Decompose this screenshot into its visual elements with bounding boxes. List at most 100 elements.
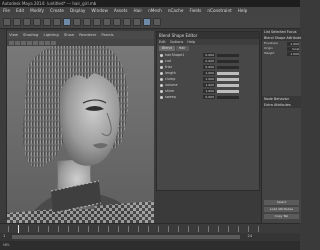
menu-modify[interactable]: Modify	[30, 7, 44, 15]
weight-value-input[interactable]: 0.000	[203, 59, 215, 63]
hair-tool-icon[interactable]	[63, 17, 71, 26]
channel-box-icon[interactable]	[153, 17, 161, 26]
scale-tool-icon[interactable]	[53, 17, 61, 26]
menu-assets[interactable]: Assets	[114, 7, 128, 15]
grid-icon[interactable]	[15, 40, 20, 45]
isolate-icon[interactable]	[51, 40, 56, 45]
weight-value-input[interactable]: 0.000	[203, 95, 215, 99]
visibility-eye-icon[interactable]	[160, 53, 163, 57]
field-label: Weight	[264, 51, 275, 55]
section-extra-attributes[interactable]: Extra Attributes	[262, 102, 301, 108]
weight-slider[interactable]	[217, 59, 239, 63]
weight-input[interactable]: 1.000	[287, 51, 299, 56]
camera-icon[interactable]	[9, 40, 14, 45]
visibility-eye-icon[interactable]	[160, 89, 163, 93]
target-row[interactable]: sweep 0.000	[157, 94, 259, 100]
history-icon[interactable]	[133, 17, 141, 26]
load-attributes-button[interactable]: Load Attributes	[264, 207, 299, 212]
attribute-editor-icon[interactable]	[143, 17, 151, 26]
attr-tab-selected[interactable]: Selected	[271, 30, 286, 34]
command-language[interactable]: MEL	[3, 243, 10, 247]
render-icon[interactable]	[73, 17, 81, 26]
attr-tab-list[interactable]: List	[264, 30, 270, 34]
menu-nconstraint[interactable]: nConstraint	[207, 7, 231, 15]
vp-menu-lighting[interactable]: Lighting	[43, 31, 58, 39]
render-view	[7, 31, 154, 223]
range-bar[interactable]	[12, 235, 240, 239]
ipr-render-icon[interactable]	[83, 17, 91, 26]
render-settings-icon[interactable]	[93, 17, 101, 26]
lasso-tool-icon[interactable]	[13, 17, 21, 26]
weight-slider[interactable]	[217, 53, 239, 57]
range-start[interactable]: 1	[3, 234, 5, 238]
move-tool-icon[interactable]	[33, 17, 41, 26]
3d-viewport[interactable]: View Shading Lighting Show Renderer Pane…	[7, 31, 154, 223]
weight-slider[interactable]	[217, 65, 239, 69]
range-slider: 1 24	[0, 233, 300, 241]
range-end[interactable]: 24	[248, 234, 252, 238]
tab-blend[interactable]: Blend	[159, 46, 175, 51]
target-name: volume	[165, 83, 178, 87]
visibility-eye-icon[interactable]	[160, 65, 163, 69]
select-button[interactable]: Select	[264, 200, 299, 205]
weight-value-input[interactable]: 1.000	[203, 83, 215, 87]
weight-value-input[interactable]: 0.000	[203, 65, 215, 69]
select-tool-icon[interactable]	[3, 17, 11, 26]
textured-icon[interactable]	[33, 40, 38, 45]
menu-nmesh[interactable]: nMesh	[148, 7, 162, 15]
weight-slider[interactable]	[217, 83, 239, 87]
target-name: clump	[165, 77, 176, 81]
visibility-eye-icon[interactable]	[160, 59, 163, 63]
tool-shelf	[0, 15, 300, 29]
weight-value-input[interactable]: 0.000	[203, 53, 215, 57]
visibility-eye-icon[interactable]	[160, 95, 163, 99]
panel-title: Blend Shape Editor	[157, 32, 259, 39]
main-menu-bar: File Edit Modify Create Display Window A…	[0, 7, 300, 15]
menu-edit[interactable]: Edit	[16, 7, 24, 15]
tab-hair[interactable]: Hair	[175, 46, 189, 51]
visibility-eye-icon[interactable]	[160, 83, 163, 87]
attr-tab-focus[interactable]: Focus	[287, 30, 297, 34]
menu-ncache[interactable]: nCache	[168, 7, 184, 15]
lights-icon[interactable]	[39, 40, 44, 45]
toolbox	[0, 29, 7, 219]
menu-window[interactable]: Window	[91, 7, 108, 15]
envelope-input[interactable]: 1.000	[287, 41, 299, 46]
smooth-shade-icon[interactable]	[27, 40, 32, 45]
weight-slider[interactable]	[217, 71, 239, 75]
paint-select-icon[interactable]	[23, 17, 31, 26]
weight-value-input[interactable]: 1.000	[203, 71, 215, 75]
weight-slider[interactable]	[217, 95, 239, 99]
snap-curve-icon[interactable]	[113, 17, 121, 26]
vp-menu-shading[interactable]: Shading	[23, 31, 38, 39]
snap-point-icon[interactable]	[123, 17, 131, 26]
menu-hair[interactable]: Hair	[134, 7, 143, 15]
menu-help[interactable]: Help	[238, 7, 248, 15]
menu-create[interactable]: Create	[50, 7, 64, 15]
panel-menu-edit[interactable]: Edit	[159, 39, 166, 45]
weight-slider[interactable]	[217, 89, 239, 93]
visibility-eye-icon[interactable]	[160, 77, 163, 81]
panel-menu-help[interactable]: Help	[187, 39, 195, 45]
weight-value-input[interactable]: 1.000	[203, 89, 215, 93]
copy-tab-button[interactable]: Copy Tab	[264, 214, 299, 219]
vp-menu-renderer[interactable]: Renderer	[79, 31, 96, 39]
weight-slider[interactable]	[217, 77, 239, 81]
current-time-marker[interactable]	[18, 225, 20, 233]
vp-menu-show[interactable]: Show	[64, 31, 74, 39]
panel-menu-options[interactable]: Options	[170, 39, 184, 45]
weight-value-input[interactable]: 1.000	[203, 77, 215, 81]
origin-select[interactable]: local	[287, 46, 299, 51]
snap-grid-icon[interactable]	[103, 17, 111, 26]
visibility-eye-icon[interactable]	[160, 71, 163, 75]
menu-display[interactable]: Display	[70, 7, 85, 15]
vp-menu-view[interactable]: View	[9, 31, 18, 39]
weight-slider-fill	[217, 77, 239, 81]
wireframe-icon[interactable]	[21, 40, 26, 45]
vp-menu-panels[interactable]: Panels	[101, 31, 113, 39]
command-line[interactable]: MEL	[0, 241, 300, 250]
shadows-icon[interactable]	[45, 40, 50, 45]
rotate-tool-icon[interactable]	[43, 17, 51, 26]
menu-fields[interactable]: Fields	[190, 7, 202, 15]
menu-file[interactable]: File	[3, 7, 10, 15]
